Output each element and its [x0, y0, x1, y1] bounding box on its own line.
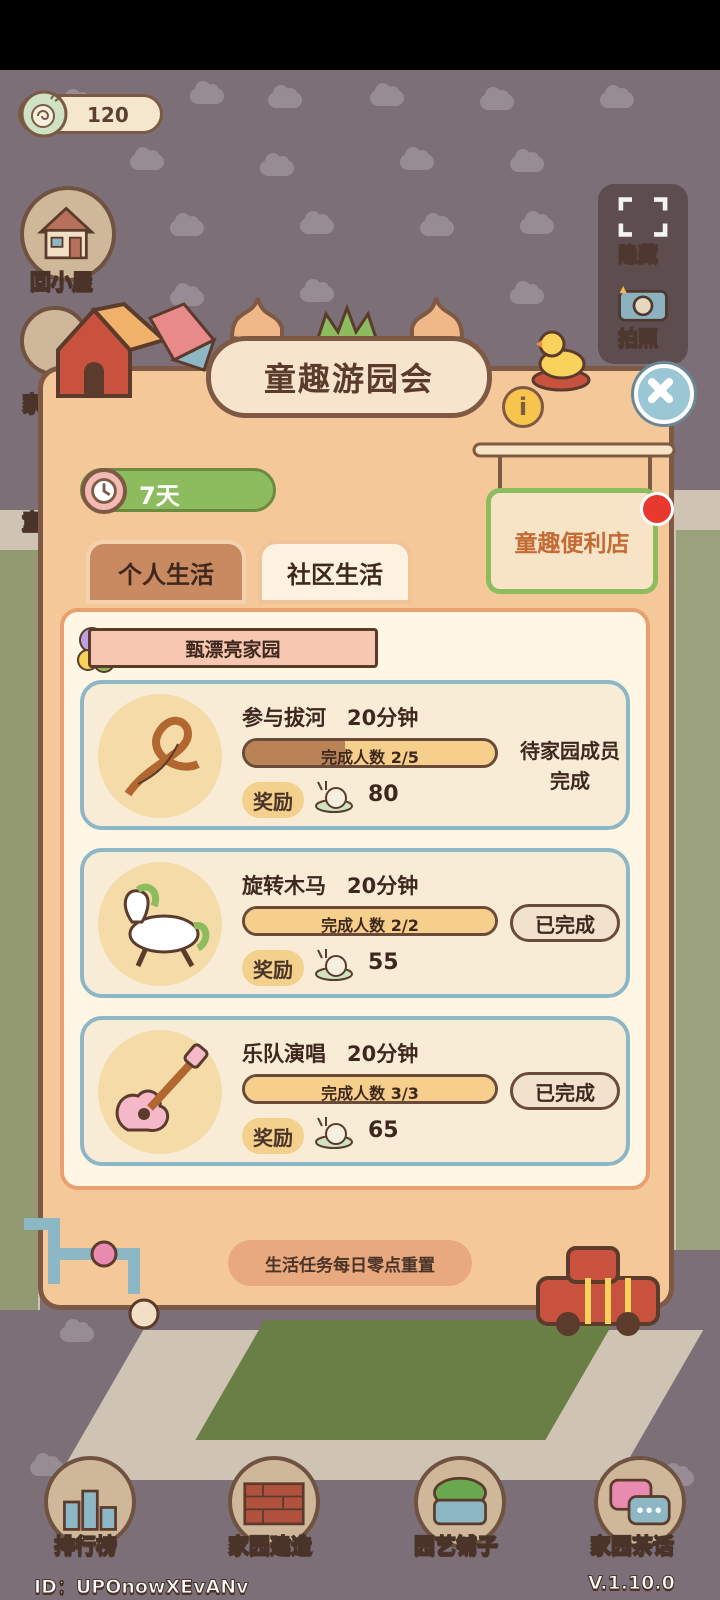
- tab-label: 个人生活: [118, 560, 214, 589]
- notification-dot: [640, 492, 674, 526]
- cloud-decoration: [510, 149, 544, 172]
- hide-label[interactable]: 隐藏: [617, 238, 659, 267]
- photo-label[interactable]: 拍照: [617, 322, 659, 351]
- carousel-horse-icon: [98, 862, 222, 986]
- reward-label: 奖励: [242, 950, 304, 986]
- lawn: [0, 550, 38, 1310]
- task-status-pending: 待家园成员 完成: [506, 736, 634, 796]
- task-progress: 完成人数 2/2: [242, 906, 498, 936]
- cloud-decoration: [520, 211, 554, 234]
- task-card: 参与拔河 20分钟 完成人数 2/5 奖励 80 待家园成员 完成: [80, 680, 630, 830]
- pipe-decoration: [24, 1218, 160, 1330]
- nav-label[interactable]: 家园建造: [227, 1530, 313, 1560]
- user-id: ID：UPOnowXEvANv: [33, 1576, 249, 1599]
- tab-personal-life[interactable]: 个人生活: [86, 540, 246, 604]
- right-tool-panel: 隐藏 拍照: [598, 184, 688, 364]
- duck-decoration: [531, 330, 591, 392]
- cloud-decoration: [400, 147, 434, 170]
- clock-icon: [81, 468, 127, 514]
- home-label: 回小屋: [29, 269, 94, 295]
- task-name: 乐队演唱 20分钟: [242, 1042, 419, 1066]
- nav-label[interactable]: 园艺铺子: [413, 1530, 499, 1560]
- house-icon: [36, 206, 96, 260]
- reward-label: 奖励: [242, 1118, 304, 1154]
- task-card: 旋转木马 20分钟 完成人数 2/2 奖励 55 已完成: [80, 848, 630, 998]
- cloud-decoration: [420, 213, 454, 236]
- info-icon: i: [518, 393, 528, 421]
- task-progress: 完成人数 2/5: [242, 738, 498, 768]
- rope-icon: [98, 694, 222, 818]
- info-button[interactable]: i: [502, 386, 544, 428]
- section-ribbon: 甄漂亮家园: [88, 628, 378, 668]
- close-button[interactable]: [634, 364, 694, 424]
- snail-icon: [20, 90, 68, 138]
- task-progress: 完成人数 3/3: [242, 1074, 498, 1104]
- guitar-icon: [98, 1030, 222, 1154]
- currency-amount: 120: [87, 103, 129, 127]
- status-line: 完成: [550, 769, 590, 793]
- camera-icon[interactable]: [616, 284, 670, 324]
- shop-button[interactable]: 童趣便利店: [486, 488, 658, 594]
- toy-train-decoration: [536, 1246, 660, 1336]
- task-name: 旋转木马 20分钟: [242, 874, 419, 898]
- snail-icon: [315, 1117, 353, 1149]
- section-title: 甄漂亮家园: [185, 638, 281, 661]
- event-title: 童趣游园会: [263, 360, 434, 398]
- completed-badge: 已完成: [510, 904, 620, 942]
- cloud-decoration: [260, 153, 294, 176]
- reward-value: 80: [368, 782, 399, 807]
- tab-community-life[interactable]: 社区生活: [258, 540, 412, 604]
- cloud-decoration: [370, 83, 404, 106]
- progress-label: 完成人数 2/2: [321, 916, 419, 935]
- cloud-decoration: [170, 213, 204, 236]
- reward-value: 55: [368, 950, 399, 975]
- lawn: [195, 1320, 615, 1440]
- cloud-decoration: [600, 85, 634, 108]
- nav-label[interactable]: 家园茶话: [589, 1530, 675, 1560]
- cloud-decoration: [480, 87, 514, 110]
- version: V.1.10.0: [588, 1572, 676, 1595]
- tab-label: 社区生活: [287, 560, 383, 589]
- progress-label: 完成人数 2/5: [321, 748, 419, 767]
- kite-doghouse-decoration: [56, 301, 217, 398]
- task-card: 乐队演唱 20分钟 完成人数 3/3 奖励 65 已完成: [80, 1016, 630, 1166]
- cloud-decoration: [510, 281, 544, 304]
- event-title-banner: 童趣游园会: [206, 336, 492, 418]
- status-line: 待家园成员: [520, 739, 620, 763]
- task-name: 参与拔河 20分钟: [242, 706, 419, 730]
- fullscreen-icon[interactable]: [615, 194, 671, 240]
- close-icon: [647, 377, 674, 404]
- reward-label: 奖励: [242, 782, 304, 818]
- currency-display: 120: [18, 90, 163, 138]
- status-bar: [0, 0, 720, 70]
- nav-label[interactable]: 排行榜: [53, 1530, 118, 1560]
- cloud-decoration: [268, 85, 302, 108]
- cloud-decoration: [300, 211, 334, 234]
- reset-note: 生活任务每日零点重置: [228, 1240, 472, 1286]
- reward-value: 65: [368, 1118, 399, 1143]
- progress-label: 完成人数 3/3: [321, 1084, 419, 1103]
- snail-icon: [315, 781, 353, 813]
- lawn: [676, 530, 720, 1250]
- completed-badge: 已完成: [510, 1072, 620, 1110]
- event-timer: 7天: [80, 468, 276, 514]
- cloud-decoration: [190, 81, 224, 104]
- snail-icon: [315, 949, 353, 981]
- shop-label: 童趣便利店: [514, 531, 630, 557]
- cloud-decoration: [130, 147, 164, 170]
- timer-text: 7天: [139, 482, 180, 510]
